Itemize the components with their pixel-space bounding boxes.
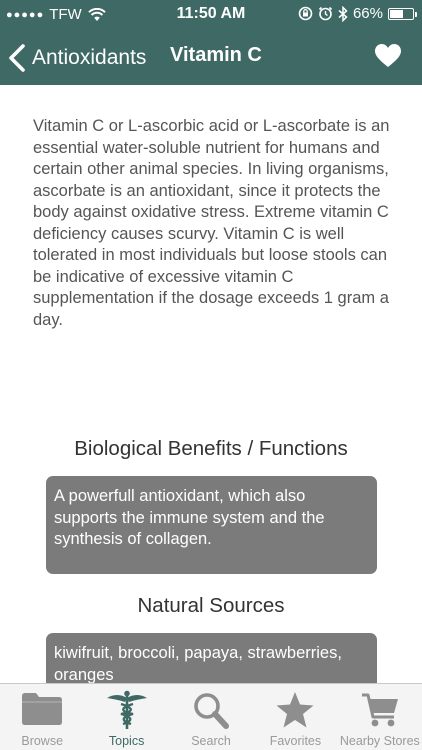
page-title: Vitamin C bbox=[170, 44, 262, 66]
description-text: Vitamin C or L-ascorbic acid or L-ascorb… bbox=[33, 117, 390, 329]
bluetooth-icon bbox=[338, 5, 348, 22]
back-button-label: Antioxidants bbox=[32, 46, 147, 69]
section-body-sources: kiwifruit, broccoli, papaya, strawberrie… bbox=[54, 644, 342, 683]
section-title-sources: Natural Sources bbox=[137, 594, 285, 617]
section-body-benefits: A powerfull antioxidant, which also supp… bbox=[54, 487, 325, 548]
section-box-benefits: A powerfull antioxidant, which also supp… bbox=[46, 476, 377, 574]
heart-icon[interactable] bbox=[374, 43, 402, 69]
alarm-icon bbox=[318, 6, 333, 21]
tab-favorites-label: Favorites bbox=[269, 734, 322, 748]
battery-icon bbox=[388, 7, 417, 20]
tab-nearby-stores-label: Nearby Stores bbox=[339, 734, 420, 748]
content-scroll-area[interactable]: Vitamin C or L-ascorbic acid or L-ascorb… bbox=[0, 85, 422, 683]
status-bar: ●●●●● TFW 11:50 AM 66% bbox=[0, 0, 422, 30]
battery-percent: 66% bbox=[352, 5, 383, 22]
caduceus-icon bbox=[106, 690, 147, 729]
tab-bar: Browse Topics Search Favorites Nearby St… bbox=[0, 683, 422, 750]
folder-icon bbox=[22, 693, 63, 725]
orientation-lock-icon bbox=[298, 6, 313, 21]
screen: ●●●●● TFW 11:50 AM 66% Antioxidants Vita… bbox=[0, 0, 422, 750]
tab-search[interactable]: Search bbox=[169, 684, 253, 750]
tab-nearby-stores[interactable]: Nearby Stores bbox=[338, 684, 422, 750]
tab-browse[interactable]: Browse bbox=[0, 684, 84, 750]
tab-topics[interactable]: Topics bbox=[84, 684, 168, 750]
status-right: 66% bbox=[298, 5, 417, 22]
search-icon bbox=[194, 693, 230, 729]
back-button[interactable]: Antioxidants bbox=[8, 38, 146, 78]
tab-search-label: Search bbox=[191, 734, 231, 748]
chevron-left-icon bbox=[9, 44, 25, 72]
cart-icon bbox=[361, 693, 398, 727]
section-title-benefits: Biological Benefits / Functions bbox=[74, 437, 348, 460]
tab-favorites[interactable]: Favorites bbox=[253, 684, 337, 750]
battery-level-fill bbox=[390, 9, 403, 18]
tab-topics-label: Topics bbox=[108, 734, 145, 748]
star-icon bbox=[276, 692, 314, 728]
nav-bar: Antioxidants Vitamin C bbox=[0, 30, 422, 85]
section-box-sources: kiwifruit, broccoli, papaya, strawberrie… bbox=[46, 633, 377, 683]
tab-browse-label: Browse bbox=[21, 734, 64, 748]
